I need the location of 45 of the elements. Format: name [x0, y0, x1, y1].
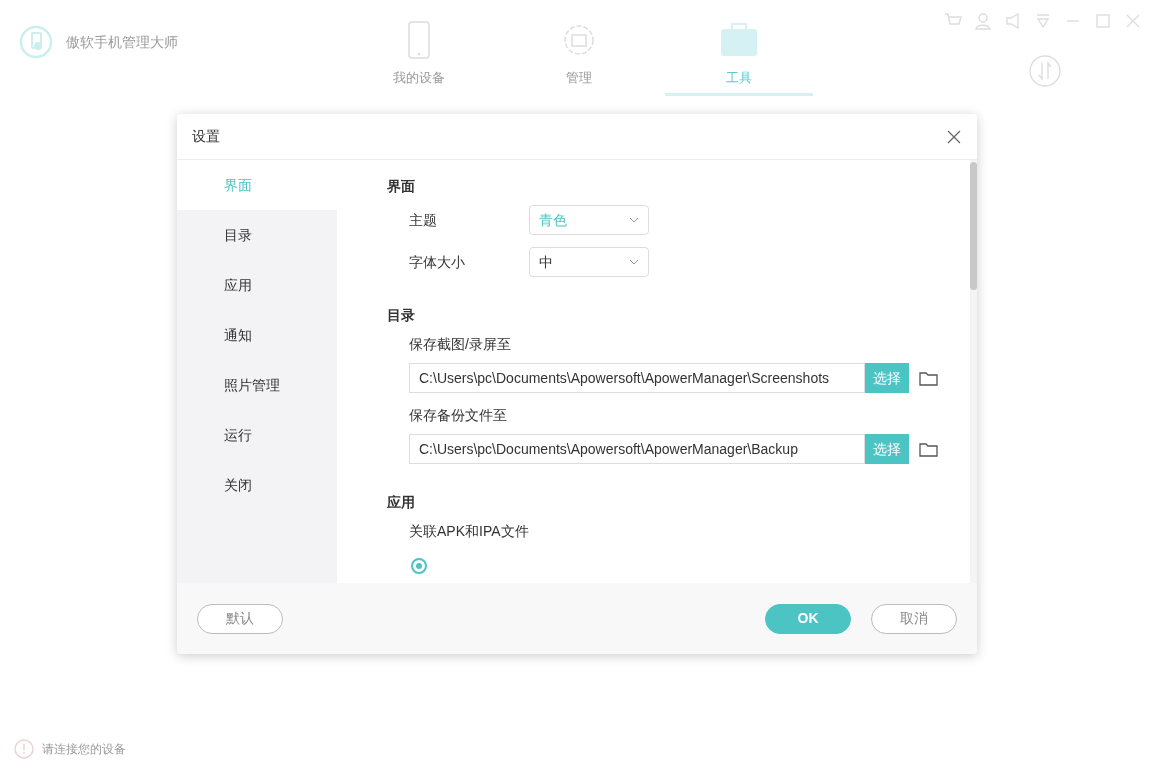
- default-button[interactable]: 默认: [197, 603, 283, 634]
- section-heading: 界面: [387, 177, 416, 196]
- app-title: 傲软手机管理大师: [66, 32, 178, 52]
- close-icon[interactable]: [1124, 12, 1142, 30]
- sidebar-item[interactable]: 界面: [177, 160, 337, 210]
- dropdown[interactable]: 中: [529, 247, 649, 277]
- chevron-down-icon: [629, 259, 639, 265]
- section-heading: 目录: [387, 306, 416, 325]
- sidebar-item[interactable]: 照片管理: [177, 360, 337, 410]
- option-label: 关联APK和IPA文件: [408, 522, 530, 541]
- choose-button[interactable]: 选择: [865, 363, 909, 393]
- radio-button[interactable]: [411, 558, 427, 574]
- app-logo-icon: [18, 24, 54, 60]
- path-field[interactable]: C:\Users\pc\Documents\Apowersoft\ApowerManager\Screenshots: [409, 363, 865, 393]
- folder-icon[interactable]: [919, 370, 939, 386]
- ok-button[interactable]: OK: [765, 603, 851, 634]
- folder-icon[interactable]: [919, 441, 939, 457]
- sidebar-item[interactable]: 应用: [177, 260, 337, 310]
- person-icon[interactable]: [974, 12, 992, 30]
- close-button[interactable]: [946, 128, 962, 145]
- choose-button[interactable]: 选择: [865, 434, 909, 464]
- triangle-menu-icon[interactable]: [1034, 12, 1052, 30]
- cancel-button[interactable]: 取消: [871, 603, 957, 634]
- field-label: 主题: [409, 210, 438, 230]
- path-field[interactable]: C:\Users\pc\Documents\Apowersoft\ApowerManager\Backup: [409, 434, 865, 464]
- sidebar-item[interactable]: 关闭: [177, 460, 337, 510]
- scrollbar[interactable]: [970, 160, 977, 583]
- chevron-down-icon: [629, 217, 639, 223]
- nav-tab[interactable]: 工具: [665, 18, 813, 96]
- sidebar-item[interactable]: 目录: [177, 210, 337, 260]
- sidebar-item[interactable]: 运行: [177, 410, 337, 460]
- nav-tab[interactable]: 管理: [505, 18, 653, 96]
- field-label: 保存截图/录屏至: [409, 335, 512, 354]
- megaphone-icon[interactable]: [1004, 12, 1022, 30]
- nav-tab[interactable]: 我的设备: [345, 18, 493, 96]
- status-text: 请连接您的设备: [42, 741, 126, 758]
- maximize-icon[interactable]: [1094, 12, 1112, 30]
- dropdown[interactable]: 青色: [529, 205, 649, 235]
- transfer-icon[interactable]: [1029, 55, 1061, 87]
- section-heading: 应用: [387, 493, 416, 512]
- sidebar-item[interactable]: 通知: [177, 310, 337, 360]
- field-label: 保存备份文件至: [409, 406, 508, 425]
- dialog-title: 设置: [192, 127, 220, 146]
- field-label: 字体大小: [409, 252, 466, 272]
- alert-icon: [14, 739, 34, 759]
